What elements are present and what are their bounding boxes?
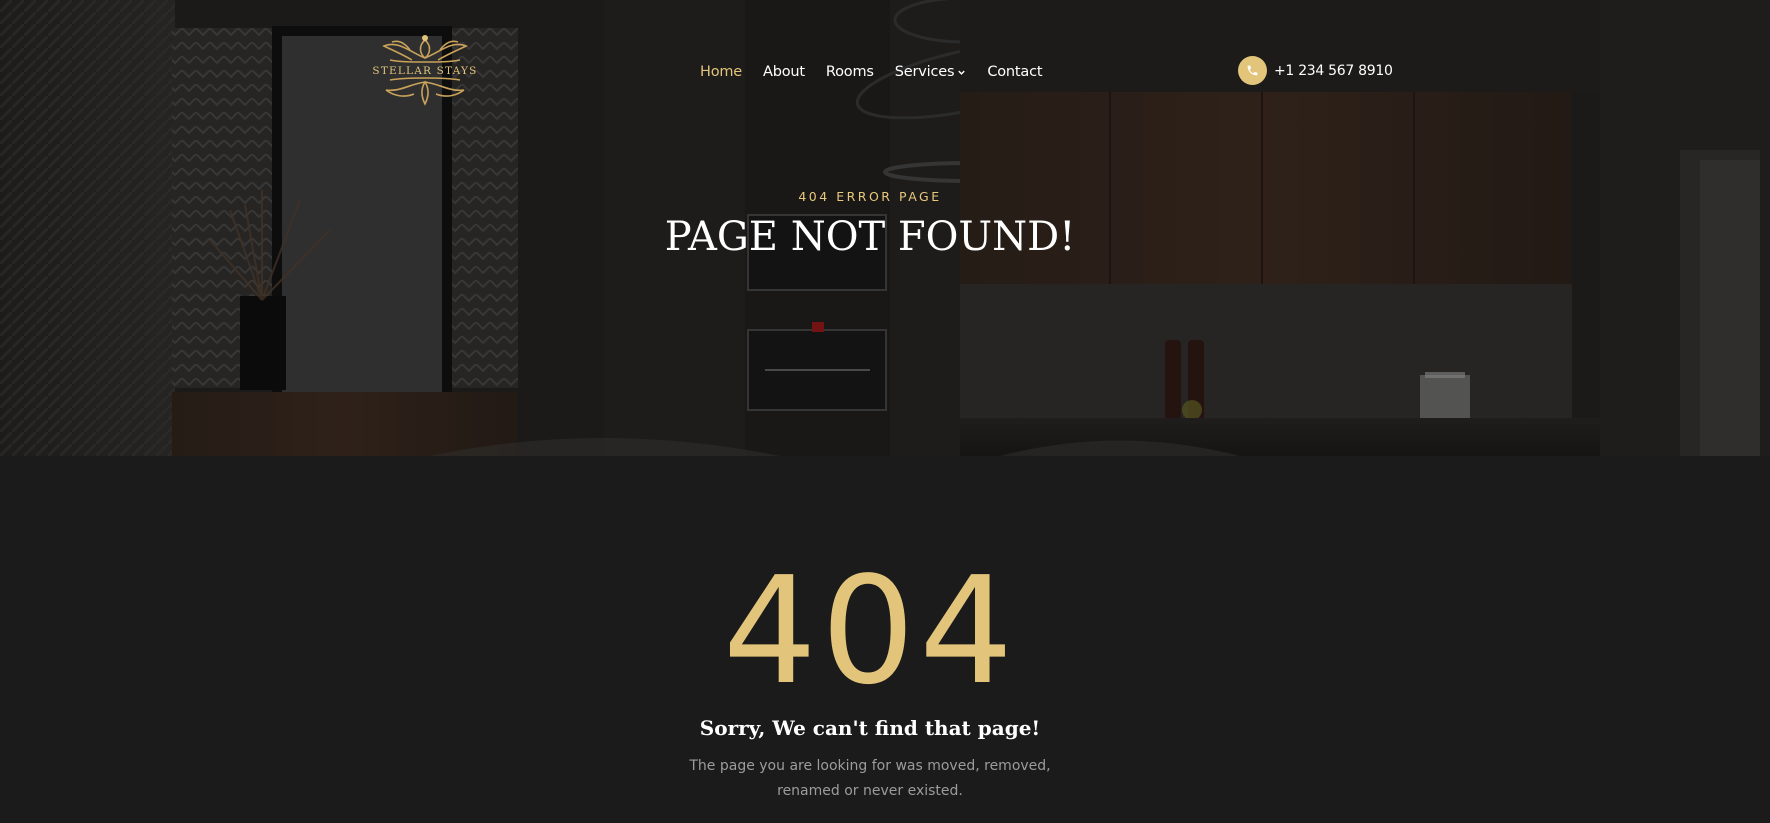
error-message: The page you are looking for was moved, … [689, 758, 1051, 799]
header-phone[interactable]: +1 234 567 8910 [1238, 56, 1393, 85]
logo-text: STELLAR STAYS [372, 65, 478, 77]
nav-item-about[interactable]: About [763, 64, 805, 80]
error-section: 404 Sorry, We can't find that page! The … [0, 456, 1770, 823]
nav-item-services-label: Services [894, 64, 955, 80]
error-heading: Sorry, We can't find that page! [699, 716, 1041, 740]
nav-item-rooms[interactable]: Rooms [826, 64, 874, 80]
nav-item-services[interactable]: Services [895, 64, 967, 80]
chevron-down-icon [958, 70, 966, 75]
error-code: 404 [722, 545, 1018, 717]
nav-item-home[interactable]: Home [700, 64, 742, 80]
phone-icon [1238, 56, 1267, 85]
hero-banner: STELLAR STAYS Home About Rooms Services … [0, 0, 1770, 456]
site-logo[interactable]: STELLAR STAYS [370, 32, 480, 110]
hero-eyebrow: 404 ERROR PAGE [798, 189, 942, 204]
main-nav: Home About Rooms Services Contact [700, 62, 1063, 82]
nav-item-contact[interactable]: Contact [987, 64, 1042, 80]
page-title: PAGE NOT FOUND! [664, 214, 1076, 260]
phone-number: +1 234 567 8910 [1274, 62, 1393, 79]
